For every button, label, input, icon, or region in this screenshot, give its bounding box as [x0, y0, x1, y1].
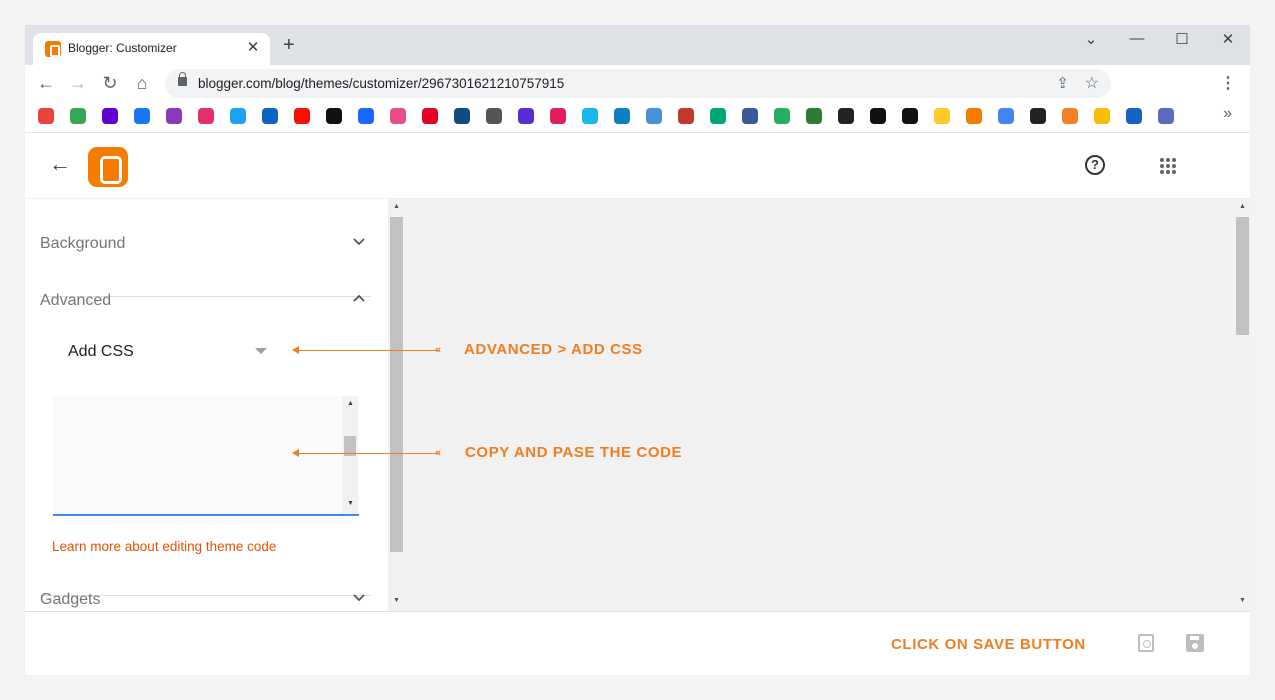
annotation-arrow-tail: « — [435, 344, 442, 356]
facebook-icon[interactable] — [134, 108, 150, 124]
linkedin-icon[interactable] — [262, 108, 278, 124]
wifi-arc-icon[interactable] — [1126, 108, 1142, 124]
learn-more-link[interactable]: Learn more about editing theme code — [52, 539, 276, 554]
bookmarks-bar: » — [25, 101, 1250, 133]
maximize-button[interactable]: ☐ — [1170, 30, 1194, 48]
firebase-icon[interactable] — [934, 108, 950, 124]
theme-preview-pane — [405, 199, 1235, 611]
codepen-icon[interactable] — [1030, 108, 1046, 124]
dh-icon[interactable] — [710, 108, 726, 124]
address-bar[interactable]: blogger.com/blog/themes/customizer/29673… — [165, 69, 1111, 98]
scroll-down-icon[interactable]: ▼ — [347, 500, 354, 507]
send-icon[interactable] — [742, 108, 758, 124]
tab-title: Blogger: Customizer — [68, 41, 177, 55]
new-tab-button[interactable]: + — [283, 34, 295, 56]
dropdown-arrow-icon[interactable] — [255, 348, 267, 354]
google-drive-icon[interactable] — [70, 108, 86, 124]
tab-search-icon[interactable]: ⌄ — [1079, 30, 1103, 48]
behance-icon[interactable] — [358, 108, 374, 124]
toolbar: ← → ↻ ⌂ blogger.com/blog/themes/customiz… — [25, 65, 1250, 101]
layers-icon[interactable] — [646, 108, 662, 124]
spotify-alt-icon[interactable] — [902, 108, 918, 124]
scroll-down-icon[interactable]: ▼ — [393, 597, 400, 604]
recycle-icon[interactable] — [774, 108, 790, 124]
section-gadgets[interactable]: Gadgets — [40, 591, 100, 609]
annotation-arrow-line — [297, 349, 439, 351]
colorful-app-icon[interactable] — [1094, 108, 1110, 124]
back-arrow-icon[interactable]: ← — [35, 73, 57, 93]
star-icon[interactable]: ☆ — [1085, 73, 1099, 93]
section-background[interactable]: Background — [40, 235, 125, 253]
notion-icon[interactable] — [518, 108, 534, 124]
adobe-icon[interactable] — [294, 108, 310, 124]
annotation-arrow-tail: « — [435, 447, 442, 459]
wix-icon[interactable] — [838, 108, 854, 124]
reload-icon[interactable]: ↻ — [99, 73, 121, 93]
messenger-icon[interactable] — [166, 108, 182, 124]
css-textarea[interactable] — [53, 396, 359, 516]
customizer-footer: CLICK ON SAVE BUTTON — [25, 611, 1250, 675]
blocks-icon[interactable] — [678, 108, 694, 124]
minimize-button[interactable]: — — [1125, 30, 1149, 47]
pinterest-icon[interactable] — [422, 108, 438, 124]
instagram-icon[interactable] — [198, 108, 214, 124]
css-textarea-scrollbar[interactable]: ▲ ▼ — [342, 396, 358, 514]
annotation-add-css: ADVANCED > ADD CSS — [464, 341, 643, 358]
blogger-app-bar: ← ? — [25, 133, 1250, 199]
share-icon[interactable]: ⇪ — [1056, 74, 1069, 92]
tab-strip: Blogger: Customizer ✕ + ⌄ — ☐ ✕ — [25, 25, 1250, 65]
chevron-down-icon[interactable] — [353, 236, 365, 248]
url-text[interactable]: blogger.com/blog/themes/customizer/29673… — [198, 76, 564, 91]
scroll-up-icon[interactable]: ▲ — [393, 203, 400, 210]
google-icon[interactable] — [998, 108, 1014, 124]
blogger-logo-icon[interactable] — [88, 147, 128, 187]
add-css-dropdown[interactable]: Add CSS — [68, 343, 134, 361]
adobe-creative-icon[interactable] — [326, 108, 342, 124]
annotation-arrow-line — [297, 452, 439, 454]
scroll-up-icon[interactable]: ▲ — [1239, 203, 1246, 210]
burst-icon[interactable] — [614, 108, 630, 124]
save-icon[interactable] — [1186, 634, 1204, 652]
preview-scrollbar[interactable]: ▲ ▼ — [1235, 199, 1250, 611]
customizer-sidebar: Background Advanced Add CSS ▲ ▼ Learn mo… — [25, 199, 388, 611]
scroll-thumb[interactable] — [390, 217, 403, 552]
blogger-icon[interactable] — [966, 108, 982, 124]
sidebar-scrollbar[interactable]: ▲ ▼ — [388, 199, 405, 611]
home-icon[interactable]: ⌂ — [131, 73, 153, 93]
close-window-button[interactable]: ✕ — [1216, 30, 1240, 48]
scroll-up-icon[interactable]: ▲ — [347, 400, 354, 407]
browser-menu-icon[interactable]: ⋮ — [1220, 73, 1236, 93]
yahoo-icon[interactable] — [102, 108, 118, 124]
slack-icon[interactable] — [550, 108, 566, 124]
section-advanced[interactable]: Advanced — [40, 292, 111, 310]
vimeo-icon[interactable] — [582, 108, 598, 124]
forward-arrow-icon[interactable]: → — [67, 73, 89, 93]
browser-window: Blogger: Customizer ✕ + ⌄ — ☐ ✕ ← → ↻ ⌂ … — [25, 25, 1250, 675]
twitter-icon[interactable] — [230, 108, 246, 124]
gem-icon[interactable] — [806, 108, 822, 124]
apps-grid-icon[interactable] — [1160, 158, 1176, 174]
scroll-thumb[interactable] — [1236, 217, 1249, 335]
back-icon[interactable]: ← — [49, 151, 71, 177]
annotation-copy-code: COPY AND PASE THE CODE — [465, 444, 683, 461]
tab-blogger-customizer[interactable]: Blogger: Customizer ✕ — [33, 33, 270, 65]
feather-icon[interactable] — [486, 108, 502, 124]
revert-icon[interactable] — [1138, 634, 1154, 652]
bookmarks-overflow-icon[interactable]: » — [1223, 105, 1232, 123]
lock-icon[interactable] — [178, 72, 187, 86]
stack-app-icon[interactable] — [1158, 108, 1174, 124]
chevron-up-icon[interactable] — [353, 292, 365, 304]
scroll-down-icon[interactable]: ▼ — [1239, 597, 1246, 604]
blogger-favicon-icon — [45, 41, 61, 57]
bookmark-app-icon[interactable] — [454, 108, 470, 124]
spotify-icon[interactable] — [870, 108, 886, 124]
help-icon[interactable]: ? — [1085, 155, 1105, 175]
dribbble-icon[interactable] — [390, 108, 406, 124]
chrome-icon[interactable] — [38, 108, 54, 124]
stackoverflow-icon[interactable] — [1062, 108, 1078, 124]
annotation-save: CLICK ON SAVE BUTTON — [891, 636, 1086, 653]
tab-close-icon[interactable]: ✕ — [244, 38, 262, 56]
chevron-down-icon[interactable] — [353, 592, 365, 604]
